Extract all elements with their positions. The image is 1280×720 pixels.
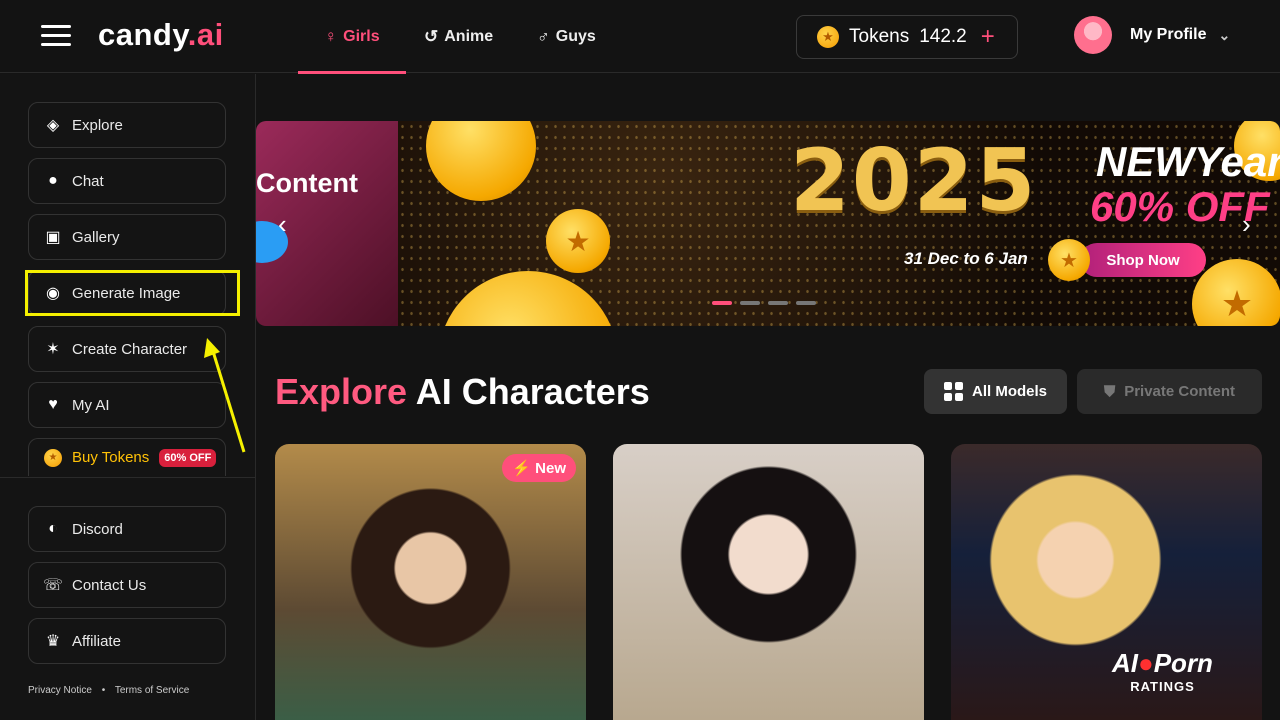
magic-wand-icon: ✶ bbox=[46, 341, 60, 358]
coin-icon: ★ bbox=[43, 448, 63, 468]
tokens-widget[interactable]: ★ Tokens 142.2 + bbox=[796, 15, 1018, 59]
annotation-arrow-icon bbox=[204, 338, 246, 453]
sidebar-item-label: Create Character bbox=[72, 340, 188, 358]
sidebar-divider bbox=[0, 477, 256, 478]
hamburger-menu-icon[interactable] bbox=[41, 25, 71, 47]
current-slide[interactable]: ★ ★ 2025 NEWYear 60% OFF 31 Dec to 6 Jan… bbox=[398, 121, 1280, 326]
tab-guys[interactable]: ♂ Guys bbox=[537, 0, 596, 73]
tab-label: Guys bbox=[555, 27, 596, 45]
private-content-button[interactable]: ⛊ Private Content bbox=[1077, 369, 1262, 414]
carousel-dot[interactable] bbox=[796, 301, 816, 305]
section-title-rest: AI Characters bbox=[415, 371, 650, 412]
chevron-down-icon: ⌄ bbox=[1218, 26, 1231, 43]
anime-icon: ↺ bbox=[424, 26, 439, 46]
coin-icon: ★ bbox=[817, 26, 839, 48]
male-icon: ♂ bbox=[537, 26, 550, 46]
sidebar-item-affiliate[interactable]: ♛ Affiliate bbox=[28, 618, 226, 664]
button-label: Private Content bbox=[1124, 383, 1236, 400]
chevron-right-icon[interactable]: › bbox=[1242, 209, 1251, 240]
tokens-value: 142.2 bbox=[919, 26, 967, 47]
watermark-logo: AI●Porn RATINGS bbox=[1112, 648, 1213, 694]
logo[interactable]: candy.ai bbox=[98, 17, 224, 53]
watermark-subtitle: RATINGS bbox=[1130, 679, 1195, 694]
headset-icon: ☏ bbox=[43, 577, 64, 594]
heart-icon: ♥ bbox=[48, 396, 58, 413]
sidebar-item-explore[interactable]: ◈ Explore bbox=[28, 102, 226, 148]
previous-slide-title: Content bbox=[256, 168, 358, 198]
logo-accent: .ai bbox=[187, 17, 224, 52]
privacy-link[interactable]: Privacy Notice bbox=[28, 685, 92, 696]
discord-icon: ◐ bbox=[48, 520, 58, 537]
sidebar-item-buy-tokens[interactable]: ★ Buy Tokens 60% OFF bbox=[28, 438, 226, 476]
tab-anime[interactable]: ↺ Anime bbox=[424, 0, 493, 73]
banner-dates: 31 Dec to 6 Jan bbox=[904, 249, 1028, 268]
watermark-text: AI bbox=[1112, 648, 1138, 678]
character-card[interactable] bbox=[613, 444, 924, 720]
female-icon: ♀ bbox=[324, 26, 338, 46]
watermark-lips-icon: ● bbox=[1138, 648, 1154, 678]
tab-label: Anime bbox=[444, 27, 494, 45]
banner-year: 2025 bbox=[790, 131, 1038, 231]
legal-links: Privacy Notice • Terms of Service bbox=[28, 685, 189, 696]
section-title: Explore AI Characters bbox=[275, 371, 650, 413]
sidebar-item-label: Chat bbox=[72, 172, 104, 190]
add-tokens-button[interactable]: + bbox=[981, 23, 995, 51]
avatar bbox=[1074, 16, 1112, 54]
section-title-accent: Explore bbox=[275, 371, 408, 412]
carousel-dot[interactable] bbox=[768, 301, 788, 305]
sidebar-item-chat[interactable]: ● Chat bbox=[28, 158, 226, 204]
terms-link[interactable]: Terms of Service bbox=[115, 685, 189, 696]
tokens-label: Tokens bbox=[849, 26, 910, 47]
character-card[interactable] bbox=[951, 444, 1262, 720]
sidebar-item-gallery[interactable]: ▣ Gallery bbox=[28, 214, 226, 260]
sidebar-item-label: Gallery bbox=[72, 228, 120, 246]
compass-icon: ◈ bbox=[46, 117, 60, 134]
profile-menu[interactable]: My Profile ⌄ bbox=[1074, 16, 1230, 54]
separator-dot: • bbox=[101, 685, 106, 696]
sidebar-item-my-ai[interactable]: ♥ My AI bbox=[28, 382, 226, 428]
sidebar-item-create-character[interactable]: ✶ Create Character bbox=[28, 326, 226, 372]
character-card[interactable]: ⚡ New bbox=[275, 444, 586, 720]
carousel-dot[interactable] bbox=[712, 301, 732, 305]
gold-coin-graphic: ★ bbox=[1048, 239, 1090, 281]
tab-label: Girls bbox=[343, 27, 380, 45]
top-bar: candy.ai ♀ Girls ↺ Anime ♂ Guys ★ Tokens 14… bbox=[0, 0, 1280, 74]
sidebar-item-contact-us[interactable]: ☏ Contact Us bbox=[28, 562, 226, 608]
all-models-button[interactable]: All Models bbox=[924, 369, 1067, 414]
trophy-icon: ♛ bbox=[45, 633, 61, 650]
carousel-dot[interactable] bbox=[740, 301, 760, 305]
grid-icon bbox=[943, 382, 963, 401]
gallery-icon: ▣ bbox=[45, 229, 61, 246]
sidebar-item-label: Contact Us bbox=[72, 576, 147, 594]
profile-label: My Profile bbox=[1130, 26, 1207, 43]
sidebar-item-label: Discord bbox=[72, 520, 123, 538]
gold-coin-graphic: ★ bbox=[546, 209, 610, 273]
promo-carousel[interactable]: Content ★ ★ 2025 NEWYear 60% OFF 31 Dec … bbox=[256, 121, 1280, 326]
sidebar-item-label: Explore bbox=[72, 116, 123, 134]
new-badge: ⚡ New bbox=[502, 454, 576, 482]
logo-text: candy bbox=[98, 17, 188, 52]
shop-now-button[interactable]: Shop Now bbox=[1080, 243, 1206, 277]
lock-icon: ⛊ bbox=[1103, 383, 1116, 400]
tab-girls[interactable]: ♀ Girls bbox=[298, 0, 406, 74]
sidebar-item-label: My AI bbox=[72, 396, 110, 414]
highlight-box bbox=[25, 270, 240, 316]
button-label: All Models bbox=[971, 383, 1047, 400]
carousel-dots bbox=[712, 301, 816, 305]
chat-icon: ● bbox=[48, 172, 58, 189]
chevron-left-icon[interactable]: ‹ bbox=[278, 209, 287, 240]
sidebar-item-label: Affiliate bbox=[72, 632, 121, 650]
sidebar-item-label: Buy Tokens bbox=[72, 449, 150, 466]
banner-headline: NEWYear bbox=[1096, 138, 1280, 185]
sidebar-item-discord[interactable]: ◐ Discord bbox=[28, 506, 226, 552]
watermark-accent: Porn bbox=[1153, 648, 1213, 678]
